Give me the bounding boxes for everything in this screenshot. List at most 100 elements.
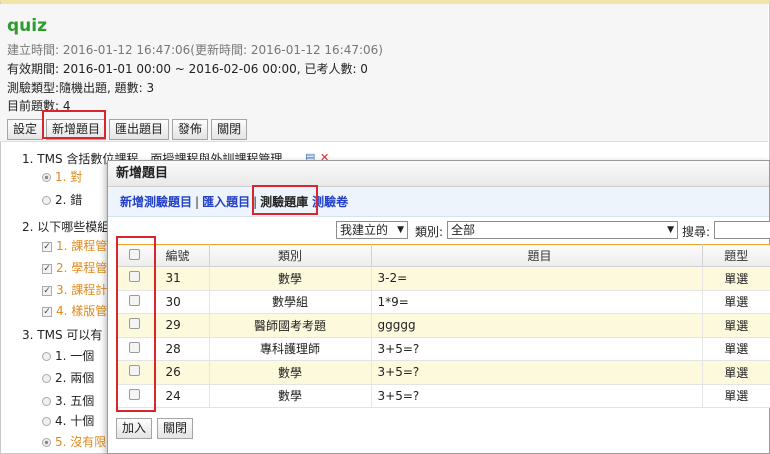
column-category[interactable]: 類別 [209,244,372,267]
radio-icon[interactable] [42,438,51,447]
page-title: quiz [7,16,47,36]
dialog-title: 新增題目 [108,161,769,187]
column-question[interactable]: 題目 [371,244,703,267]
search-label: 搜尋: [682,225,711,239]
row-type: 單選 [702,384,770,408]
checkbox-checked-icon[interactable]: ✓ [42,263,52,274]
filter-bar: 我建立的 ▼ 類別: 全部 ▼ 搜尋: [108,218,770,242]
question-3-option-5[interactable]: 5. 沒有限 [42,433,106,450]
row-category: 數學組 [209,290,372,314]
checkbox-checked-icon[interactable]: ✓ [42,306,52,317]
question-3-option-4[interactable]: 4. 十個 [42,412,94,429]
chevron-down-icon: ▼ [397,225,404,235]
row-question: 3+5=? [371,384,703,408]
row-question: 3+5=? [371,337,703,361]
row-category: 醫師國考考題 [209,313,372,338]
row-category: 數學 [209,360,372,385]
row-number: 26 [154,360,210,385]
radio-icon[interactable] [42,173,51,182]
row-number: 24 [154,384,210,408]
publish-button[interactable]: 發佈 [172,119,209,140]
category-label: 類別: [415,225,444,239]
add-question-dialog: 新增題目 新增測驗題目 | 匯入題目 | 測驗題庫 測驗卷 我建立的 ▼ 類別: 全部 ▼ 搜… [107,160,770,454]
radio-icon[interactable] [42,352,51,361]
table-row[interactable]: 26 數學 3+5=? 單選 [116,360,770,385]
row-checkbox-cell [116,337,155,361]
radio-icon[interactable] [42,374,51,383]
tab-new-question[interactable]: 新增測驗題目 [120,195,192,209]
table-row[interactable]: 30 數學組 1*9= 單選 [116,290,770,314]
tab-import[interactable]: 匯入題目 [202,195,250,209]
question-2-option-3[interactable]: ✓ 3. 課程計 [42,281,107,298]
checkbox-checked-icon[interactable]: ✓ [42,285,52,296]
row-checkbox[interactable] [129,341,141,353]
question-3-option-2[interactable]: 2. 兩個 [42,369,94,386]
question-2-option-4[interactable]: ✓ 4. 樣版管 [42,302,107,319]
radio-icon[interactable] [42,417,51,426]
add-selected-button[interactable]: 加入 [116,418,153,439]
column-number[interactable]: 編號 [154,244,210,267]
row-number: 30 [154,290,210,314]
toolbar: 設定 新增題目 匯出題目 發佈 關閉 [7,119,248,141]
row-checkbox[interactable] [129,294,141,306]
table-row[interactable]: 28 專科護理師 3+5=? 單選 [116,337,770,361]
question-3-text: 3. TMS 可以有 [22,328,103,342]
quiz-header: quiz 建立時間: 2016-01-12 16:47:06(更新時間: 201… [0,4,768,142]
checkbox-checked-icon[interactable]: ✓ [42,241,52,252]
search-input[interactable] [714,221,770,239]
radio-icon[interactable] [42,196,51,205]
row-question: ggggg [371,313,703,338]
quiz-type: 測驗類型:隨機出題, 題數: 3 [7,81,155,95]
close-button[interactable]: 關閉 [211,119,248,140]
question-3-option-3[interactable]: 3. 五個 [42,392,94,409]
select-all-checkbox[interactable] [129,248,141,260]
table-row[interactable]: 24 數學 3+5=? 單選 [116,384,770,408]
category-select[interactable]: 全部 ▼ [447,221,678,239]
tab-separator: | [195,195,200,209]
row-checkbox[interactable] [129,388,141,400]
question-3-option-1[interactable]: 1. 一個 [42,347,94,364]
question-2-option-1[interactable]: ✓ 1. 課程管 [42,237,107,254]
table-header: 編號 類別 題目 題型 [116,244,770,267]
row-checkbox[interactable] [129,271,141,283]
tab-separator: | [253,195,258,209]
dialog-tabs: 新增測驗題目 | 匯入題目 | 測驗題庫 測驗卷 [108,187,769,217]
chevron-down-icon: ▼ [667,225,674,235]
add-question-button[interactable]: 新增題目 [46,119,107,140]
tab-question-bank[interactable]: 測驗題庫 [260,195,308,209]
table-row[interactable]: 31 數學 3-2= 單選 [116,266,770,291]
created-time: 建立時間: 2016-01-12 16:47:06(更新時間: 2016-01-… [7,43,383,57]
question-1-option-1[interactable]: 1. 對 [42,168,82,185]
row-category: 專科護理師 [209,337,372,361]
row-category: 數學 [209,384,372,408]
row-checkbox[interactable] [129,318,141,330]
row-number: 29 [154,313,210,338]
row-question: 1*9= [371,290,703,314]
column-type[interactable]: 題型 [702,244,770,267]
row-type: 單選 [702,337,770,361]
row-checkbox-cell [116,313,155,338]
table-row[interactable]: 29 醫師國考考題 ggggg 單選 [116,313,770,338]
close-dialog-button[interactable]: 關閉 [157,418,194,439]
question-2-option-2[interactable]: ✓ 2. 學程管 [42,259,107,276]
tab-question-paper[interactable]: 測驗卷 [312,195,348,209]
settings-button[interactable]: 設定 [7,119,44,140]
row-type: 單選 [702,266,770,291]
question-count: 目前題數: 4 [7,99,71,113]
row-checkbox-cell [116,290,155,314]
row-checkbox-cell [116,266,155,291]
select-all-cell [116,244,155,267]
radio-icon[interactable] [42,397,51,406]
export-questions-button[interactable]: 匯出題目 [109,119,170,140]
question-bank-table: 編號 類別 題目 題型 31 數學 3-2= 單選 30 數學組 1*9= 單選 [116,244,770,408]
row-category: 數學 [209,266,372,291]
row-checkbox-cell [116,360,155,385]
row-type: 單選 [702,313,770,338]
question-1-option-2[interactable]: 2. 錯 [42,191,82,208]
row-checkbox-cell [116,384,155,408]
owner-select[interactable]: 我建立的 ▼ [336,221,408,239]
row-question: 3-2= [371,266,703,291]
row-number: 31 [154,266,210,291]
row-checkbox[interactable] [129,365,141,377]
valid-period: 有效期間: 2016-01-01 00:00 ~ 2016-02-06 00:0… [7,62,368,76]
